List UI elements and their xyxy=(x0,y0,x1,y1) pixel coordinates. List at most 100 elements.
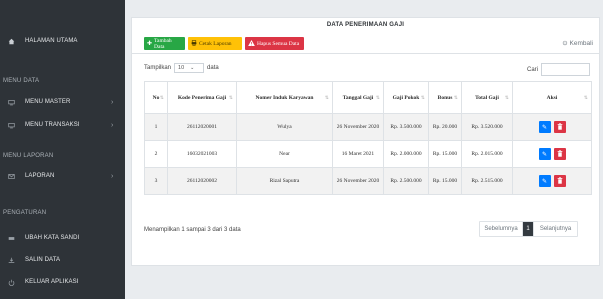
pagination: Sebelumnya 1 Selanjutnya xyxy=(479,221,578,237)
tampilkan-label: Tampilkan xyxy=(144,65,172,71)
download-icon xyxy=(7,256,15,264)
search-input[interactable] xyxy=(541,63,590,76)
chevron-right-icon: › xyxy=(111,98,114,106)
cell-gaji-pokok: Rp. 3.500.000 xyxy=(383,113,429,141)
header-label: Total Gaji xyxy=(475,94,499,101)
arrow-left-circle-icon: ⊙ xyxy=(562,40,568,47)
sidebar-item-label: LAPORAN xyxy=(25,173,55,179)
sidebar-item-halaman-utama[interactable]: HALAMAN UTAMA xyxy=(0,31,125,51)
cell-gaji-pokok: Rp. 2.000.000 xyxy=(383,140,429,168)
cell-kode: 16032021003 xyxy=(167,140,237,168)
sort-icon: ⇅ xyxy=(420,95,425,101)
cell-aksi: ✎ xyxy=(512,167,592,195)
cell-total: Rp. 2.015.000 xyxy=(461,140,513,168)
edit-button[interactable]: ✎ xyxy=(538,148,551,160)
column-header-bonus[interactable]: Bonus ⇅ xyxy=(428,81,462,114)
sort-icon: ⇅ xyxy=(159,95,164,101)
column-header-aksi[interactable]: Aksi ⇅ xyxy=(512,81,592,114)
sort-icon: ⇅ xyxy=(453,95,458,101)
pagination-page-1[interactable]: 1 xyxy=(523,222,533,236)
sort-icon: ⇅ xyxy=(228,95,233,101)
main-card: DATA PENERIMAAN GAJI ✚ Tambah Data Cetak… xyxy=(131,17,600,266)
sidebar-item-label: SALIN DATA xyxy=(25,257,61,263)
chevron-down-icon: ⌄ xyxy=(190,65,195,71)
cell-tanggal: 26 November 2020 xyxy=(332,167,384,195)
search-label: Cari xyxy=(527,67,539,73)
sort-icon: ⇅ xyxy=(324,95,329,101)
edit-button[interactable]: ✎ xyxy=(538,121,551,133)
cell-no: 1 xyxy=(144,113,168,141)
chevron-right-icon: › xyxy=(111,172,114,180)
table-header-row: No ⇅ Kode Penerima Gaji ⇅ Nomer Induk Kary… xyxy=(144,81,592,114)
trash-icon xyxy=(557,122,563,132)
sidebar-item-label: HALAMAN UTAMA xyxy=(25,38,78,44)
salary-table: No ⇅ Kode Penerima Gaji ⇅ Nomer Induk Kary… xyxy=(144,81,592,195)
column-header-total[interactable]: Total Gaji ⇅ xyxy=(461,81,513,114)
page-title: DATA PENERIMAAN GAJI xyxy=(326,22,405,28)
cetak-laporan-button[interactable]: Cetak Laporan xyxy=(188,37,242,50)
table-row: 1 26112020001 Wulya 26 November 2020 Rp.… xyxy=(144,113,592,141)
edit-icon: ✎ xyxy=(541,124,548,131)
sidebar-item-label: MENU TRANSAKSI xyxy=(25,122,80,128)
cell-no: 3 xyxy=(144,167,168,195)
sidebar-section-menu-laporan: MENU LAPORAN xyxy=(3,153,54,159)
cell-bonus: Rp. 15.000 xyxy=(428,140,462,168)
header-label: Nomer Induk Karyawan xyxy=(255,94,314,101)
sort-icon: ⇅ xyxy=(504,95,509,101)
pagination-next-button[interactable]: Selanjutnya xyxy=(533,222,577,236)
delete-button[interactable] xyxy=(553,121,566,133)
key-icon xyxy=(7,234,15,242)
cell-bonus: Rp. 20.000 xyxy=(428,113,462,141)
sidebar-item-keluar-aplikasi[interactable]: KELUAR APLIKASI xyxy=(0,272,125,292)
data-label: data xyxy=(207,65,219,71)
tambah-data-button[interactable]: ✚ Tambah Data xyxy=(144,37,185,50)
column-header-no[interactable]: No ⇅ xyxy=(144,81,168,114)
edit-button[interactable]: ✎ xyxy=(538,175,551,187)
kembali-label: Kembali xyxy=(569,40,593,47)
cell-nama: Rizal Saputra xyxy=(236,167,333,195)
sidebar-item-ubah-kata-sandi[interactable]: UBAH KATA SANDI xyxy=(0,228,125,248)
cell-total: Rp. 3.520.000 xyxy=(461,113,513,141)
edit-icon: ✎ xyxy=(541,151,548,158)
column-header-kode[interactable]: Kode Penerima Gaji ⇅ xyxy=(167,81,237,114)
print-icon xyxy=(191,39,197,48)
sidebar-section-menu-data: MENU DATA xyxy=(3,78,40,84)
cell-nama: Wulya xyxy=(236,113,333,141)
cell-kode: 26112020001 xyxy=(167,113,237,141)
trash-icon xyxy=(557,149,563,159)
edit-icon: ✎ xyxy=(541,178,548,185)
header-label: Kode Penerima Gaji xyxy=(177,94,227,101)
column-header-gaji-pokok[interactable]: Gaji Pokok ⇅ xyxy=(383,81,429,114)
home-icon xyxy=(7,37,15,45)
cell-tanggal: 16 Maret 2021 xyxy=(332,140,384,168)
delete-button[interactable] xyxy=(553,175,566,187)
monitor-icon xyxy=(7,98,15,106)
column-header-tanggal[interactable]: Tanggal Gaji ⇅ xyxy=(332,81,384,114)
cell-aksi: ✎ xyxy=(512,113,592,141)
sidebar-item-salin-data[interactable]: SALIN DATA xyxy=(0,250,125,270)
header-label: Bonus xyxy=(437,94,453,101)
sidebar-item-menu-master[interactable]: MENU MASTER › xyxy=(0,92,125,112)
hapus-semua-data-button[interactable]: Hapus Semua Data xyxy=(245,37,304,50)
column-header-nik[interactable]: Nomer Induk Karyawan ⇅ xyxy=(236,81,333,114)
cell-aksi: ✎ xyxy=(512,140,592,168)
sort-icon: ⇅ xyxy=(375,95,380,101)
cell-total: Rp. 2.515.000 xyxy=(461,167,513,195)
cell-no: 2 xyxy=(144,140,168,168)
cell-bonus: Rp. 15.000 xyxy=(428,167,462,195)
warning-icon xyxy=(248,39,255,48)
page-size-select[interactable]: 10 ⌄ xyxy=(174,63,205,73)
card-header: DATA PENERIMAAN GAJI ✚ Tambah Data Cetak… xyxy=(132,18,599,54)
cell-nama: Near xyxy=(236,140,333,168)
chevron-right-icon: › xyxy=(111,121,114,129)
kembali-link[interactable]: ⊙ Kembali xyxy=(562,39,593,47)
sidebar-item-laporan[interactable]: LAPORAN › xyxy=(0,166,125,186)
table-info: Menampilkan 1 sampai 3 dari 3 data xyxy=(144,227,241,233)
sidebar-item-label: KELUAR APLIKASI xyxy=(25,279,79,285)
sidebar-item-menu-transaksi[interactable]: MENU TRANSAKSI › xyxy=(0,115,125,135)
page-size-value: 10 xyxy=(178,65,185,71)
delete-button[interactable] xyxy=(553,148,566,160)
sidebar: HALAMAN UTAMA MENU DATA MENU MASTER › ME… xyxy=(0,0,125,299)
sidebar-section-pengaturan: PENGATURAN xyxy=(3,210,47,216)
pagination-prev-button[interactable]: Sebelumnya xyxy=(480,222,523,236)
